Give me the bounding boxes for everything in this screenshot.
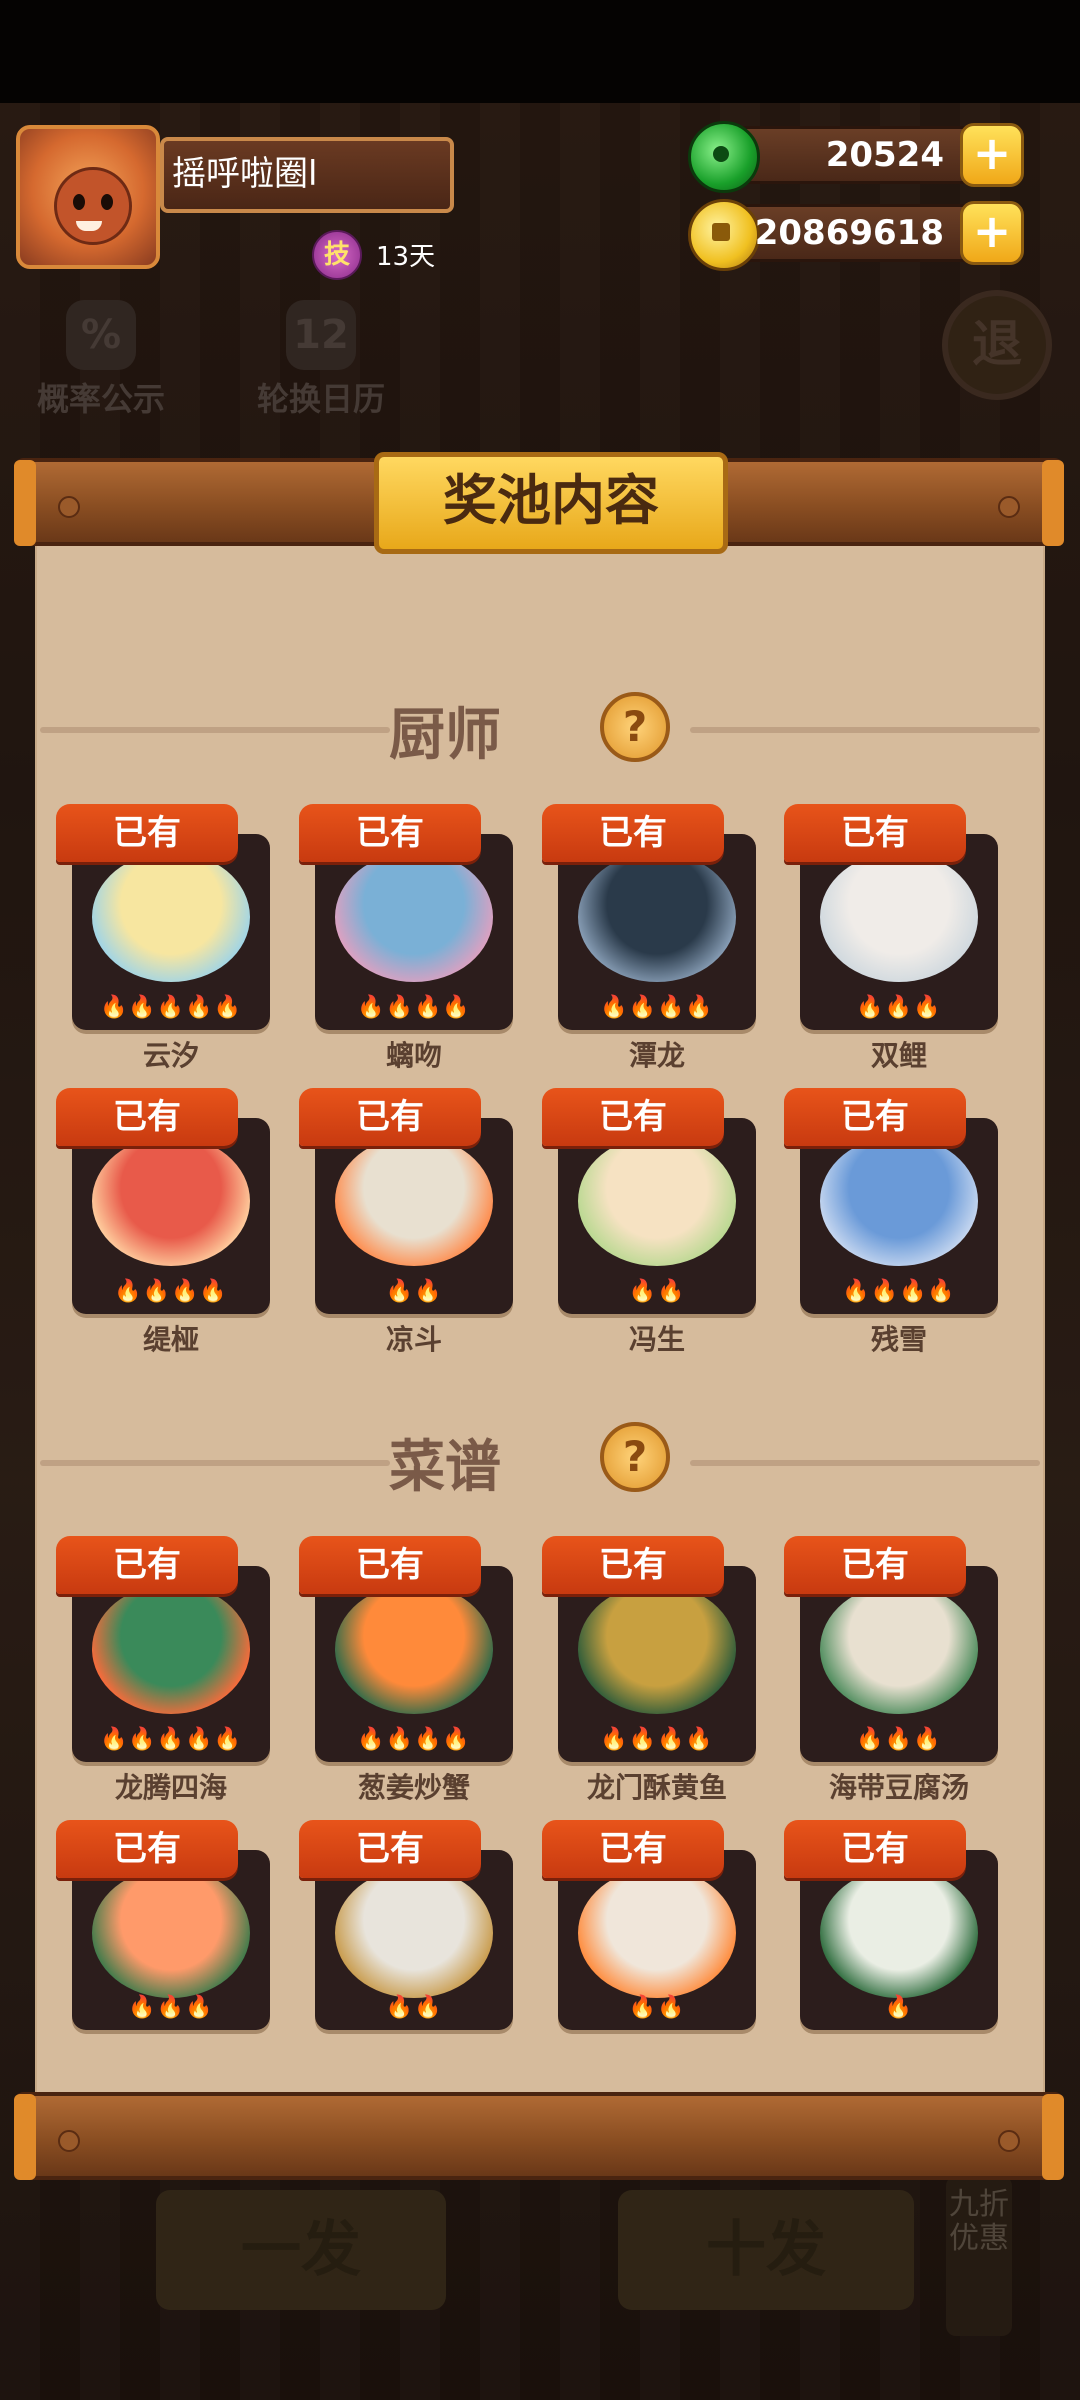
recipe-help-button[interactable]: ? — [600, 1422, 670, 1492]
prize-card[interactable]: 🔥🔥 — [558, 1118, 756, 1314]
owned-badge: 已有 — [56, 1536, 238, 1594]
item-portrait — [92, 1136, 250, 1266]
coin-icon — [688, 199, 760, 271]
prize-card[interactable]: 🔥🔥 — [315, 1118, 513, 1314]
item-name: 龙门酥黄鱼 — [586, 1771, 727, 1804]
item-portrait — [335, 1136, 493, 1266]
item-name: 龙腾四海 — [114, 1771, 227, 1804]
owned-badge: 已有 — [299, 1536, 481, 1594]
prize-card[interactable]: 🔥🔥🔥🔥 — [800, 1118, 998, 1314]
status-bar — [0, 0, 1080, 103]
item-portrait — [92, 852, 250, 982]
add-jade-button[interactable]: + — [960, 123, 1024, 187]
item-portrait — [92, 1868, 250, 1998]
section-title-chefs: 厨师 — [389, 703, 501, 768]
item-portrait — [820, 1136, 978, 1266]
jade-amount: 20524 — [825, 135, 944, 175]
rarity-flames-icon: 🔥🔥 — [385, 1279, 443, 1304]
player-name: 摇呼啦圈l — [160, 137, 454, 213]
owned-badge: 已有 — [542, 1088, 724, 1146]
owned-badge: 已有 — [542, 804, 724, 862]
rarity-flames-icon: 🔥🔥🔥 — [856, 995, 942, 1020]
prize-card[interactable]: 🔥🔥🔥🔥🔥 — [72, 1566, 270, 1762]
item-name: 残雪 — [870, 1323, 927, 1356]
prize-card[interactable]: 🔥🔥🔥🔥 — [315, 1566, 513, 1762]
item-name: 凉斗 — [385, 1323, 442, 1356]
rarity-flames-icon: 🔥🔥🔥🔥🔥 — [100, 1727, 242, 1752]
modal-title: 奖池内容 — [374, 452, 728, 554]
bottom-board — [14, 2092, 1064, 2180]
owned-badge: 已有 — [542, 1536, 724, 1594]
item-portrait — [578, 852, 736, 982]
item-portrait — [820, 1868, 978, 1998]
nail-icon — [998, 496, 1020, 518]
owned-badge: 已有 — [784, 1088, 966, 1146]
prize-card[interactable]: 🔥🔥🔥 — [800, 1566, 998, 1762]
rarity-flames-icon: 🔥🔥 — [385, 1995, 443, 2020]
jade-currency: 20524 + — [688, 121, 1024, 193]
rarity-flames-icon: 🔥🔥🔥🔥 — [600, 1727, 714, 1752]
item-portrait — [92, 1584, 250, 1714]
owned-badge: 已有 — [299, 804, 481, 862]
rarity-flames-icon: 🔥🔥🔥 — [856, 1727, 942, 1752]
prize-card[interactable]: 🔥🔥🔥🔥🔥 — [72, 834, 270, 1030]
rarity-flames-icon: 🔥🔥🔥🔥 — [842, 1279, 956, 1304]
gold-currency: 20869618 + — [688, 199, 1024, 271]
avatar[interactable] — [16, 125, 160, 269]
prize-card[interactable]: 🔥🔥🔥🔥 — [72, 1118, 270, 1314]
owned-badge: 已有 — [784, 1820, 966, 1878]
item-name: 海带豆腐汤 — [828, 1771, 969, 1804]
avatar-face — [54, 167, 132, 245]
owned-badge: 已有 — [299, 1820, 481, 1878]
item-portrait — [335, 1584, 493, 1714]
owned-badge: 已有 — [542, 1820, 724, 1878]
item-name: 双鲤 — [870, 1039, 927, 1072]
item-name: 冯生 — [628, 1323, 685, 1356]
item-portrait — [578, 1868, 736, 1998]
rarity-flames-icon: 🔥🔥 — [628, 1995, 686, 2020]
divider — [690, 727, 1040, 733]
owned-badge: 已有 — [56, 804, 238, 862]
section-title-recipes: 菜谱 — [389, 1435, 501, 1500]
owned-badge: 已有 — [784, 1536, 966, 1594]
item-portrait — [820, 852, 978, 982]
jade-icon — [688, 121, 760, 193]
item-portrait — [335, 852, 493, 982]
rarity-flames-icon: 🔥🔥🔥🔥🔥 — [100, 995, 242, 1020]
rarity-flames-icon: 🔥🔥🔥🔥 — [600, 995, 714, 1020]
owned-badge: 已有 — [784, 804, 966, 862]
item-portrait — [578, 1136, 736, 1266]
prize-card[interactable]: 🔥🔥🔥🔥 — [558, 834, 756, 1030]
rarity-flames-icon: 🔥🔥🔥 — [128, 1995, 214, 2020]
rarity-flames-icon: 🔥🔥 — [628, 1279, 686, 1304]
prize-card[interactable]: 🔥🔥🔥 — [800, 834, 998, 1030]
nail-icon — [58, 496, 80, 518]
item-portrait — [820, 1584, 978, 1714]
owned-badge: 已有 — [56, 1088, 238, 1146]
rarity-flames-icon: 🔥🔥🔥🔥 — [357, 995, 471, 1020]
add-gold-button[interactable]: + — [960, 201, 1024, 265]
nail-icon — [58, 2130, 80, 2152]
item-name: 云汐 — [142, 1039, 199, 1072]
gold-amount: 20869618 — [754, 213, 944, 253]
item-portrait — [335, 1868, 493, 1998]
item-name: 缇桠 — [142, 1323, 199, 1356]
rarity-flames-icon: 🔥🔥🔥🔥 — [114, 1279, 228, 1304]
skill-days: 13天 — [376, 242, 436, 272]
owned-badge: 已有 — [56, 1820, 238, 1878]
item-name: 潭龙 — [628, 1039, 685, 1072]
item-name: 螭吻 — [385, 1039, 442, 1072]
nail-icon — [998, 2130, 1020, 2152]
skill-icon: 技 — [312, 230, 362, 280]
item-portrait — [578, 1584, 736, 1714]
prize-card[interactable]: 🔥🔥🔥🔥 — [315, 834, 513, 1030]
divider — [690, 1460, 1040, 1466]
rarity-flames-icon: 🔥 — [884, 1995, 914, 2020]
prize-card[interactable]: 🔥🔥🔥🔥 — [558, 1566, 756, 1762]
rarity-flames-icon: 🔥🔥🔥🔥 — [357, 1727, 471, 1752]
chef-help-button[interactable]: ? — [600, 692, 670, 762]
item-name: 葱姜炒蟹 — [357, 1771, 470, 1804]
owned-badge: 已有 — [299, 1088, 481, 1146]
